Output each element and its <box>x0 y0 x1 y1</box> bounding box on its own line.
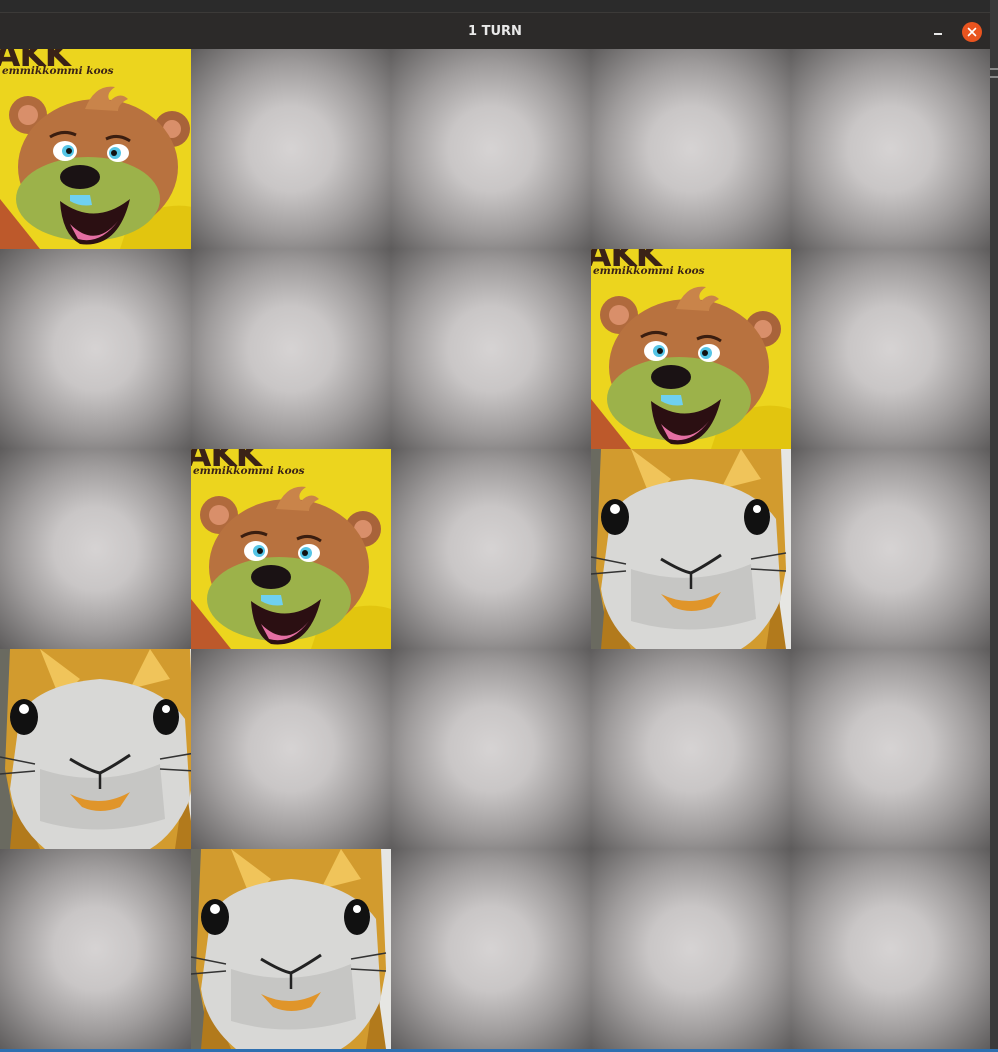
hamster-image <box>591 449 791 649</box>
tile-hidden[interactable] <box>791 649 990 849</box>
tile-hidden[interactable] <box>791 449 990 649</box>
background-mark <box>990 68 998 70</box>
minimize-button[interactable] <box>930 24 946 40</box>
window-title: 1 TURN <box>468 24 522 39</box>
tile-hidden[interactable] <box>591 49 791 249</box>
tile-hidden[interactable] <box>0 849 191 1049</box>
tile-hidden[interactable] <box>391 249 591 449</box>
bear-image <box>0 49 191 249</box>
tile-hamster[interactable] <box>0 649 191 849</box>
tile-hamster[interactable] <box>591 449 791 649</box>
tile-hidden[interactable] <box>391 649 591 849</box>
bear-slogan-text: emmikkommi koos <box>193 465 305 477</box>
tile-hidden[interactable] <box>391 49 591 249</box>
tile-hidden[interactable] <box>591 649 791 849</box>
tile-hidden[interactable] <box>191 649 391 849</box>
background-window-edge <box>990 0 998 1052</box>
close-button[interactable] <box>962 22 982 42</box>
tile-hamster[interactable] <box>191 849 391 1049</box>
tile-hidden[interactable] <box>0 449 191 649</box>
bear-image <box>191 449 391 649</box>
game-board: AKK emmikkommi koos AKK emmikkommi koos … <box>0 49 990 1049</box>
tile-hidden[interactable] <box>791 249 990 449</box>
tile-hidden[interactable] <box>191 49 391 249</box>
tile-bear[interactable]: AKK emmikkommi koos <box>191 449 391 649</box>
hamster-image <box>191 849 391 1049</box>
tile-hidden[interactable] <box>791 49 990 249</box>
window-titlebar[interactable]: 1 TURN <box>0 12 990 49</box>
bear-slogan-text: emmikkommi koos <box>593 265 705 277</box>
close-icon <box>967 27 977 37</box>
bear-slogan-text: emmikkommi koos <box>2 65 114 77</box>
tile-hidden[interactable] <box>791 849 990 1049</box>
tile-hidden[interactable] <box>391 449 591 649</box>
bear-image <box>591 249 791 449</box>
tile-bear[interactable]: AKK emmikkommi koos <box>591 249 791 449</box>
tile-hidden[interactable] <box>391 849 591 1049</box>
tile-hidden[interactable] <box>591 849 791 1049</box>
hamster-image <box>0 649 191 849</box>
tile-hidden[interactable] <box>0 249 191 449</box>
tile-hidden[interactable] <box>191 249 391 449</box>
tile-bear[interactable]: AKK emmikkommi koos <box>0 49 191 249</box>
background-mark <box>990 76 998 78</box>
